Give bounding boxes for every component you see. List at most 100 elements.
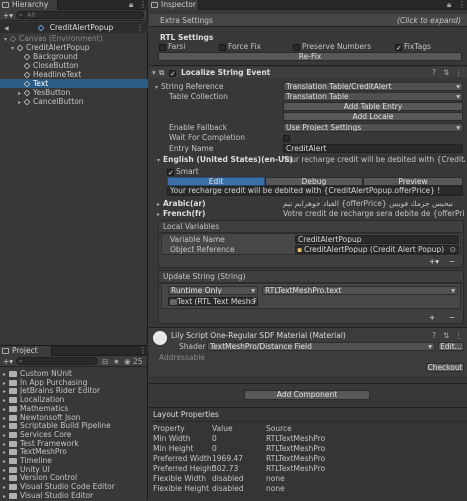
package-folder[interactable]: ▸ Services Core <box>3 430 71 439</box>
tab-preview[interactable]: Preview <box>363 177 463 186</box>
collapse-arrow-icon[interactable]: ▸ <box>18 98 24 107</box>
lock-icon[interactable]: 🔒︎ <box>129 0 133 10</box>
farsi-toggle[interactable]: Farsi <box>159 42 185 51</box>
hierarchy-item[interactable]: Text <box>0 79 148 88</box>
add-listener-icon[interactable]: + <box>429 313 435 322</box>
force-fix-label: Force Fix <box>228 42 261 51</box>
inspector-more-icon[interactable]: ⋮ <box>458 0 466 10</box>
runtime-only-dropdown[interactable]: Runtime Only <box>168 286 258 295</box>
package-folder[interactable]: ▸ Custom NUnit <box>3 369 72 378</box>
package-folder[interactable]: ▸ Localization <box>3 395 64 404</box>
english-text-area[interactable]: Your recharge credit will be debited wit… <box>167 186 463 196</box>
back-arrow-icon[interactable]: ◀ <box>4 23 10 34</box>
locale-edit-tabs: Edit Debug Preview <box>167 177 463 186</box>
object-reference-field[interactable]: ▪ CreditAlertPopup (Credit Alert Popup) … <box>295 245 459 254</box>
project-tab[interactable]: Project <box>0 346 52 356</box>
eye-icon[interactable]: ◉ <box>124 356 131 367</box>
package-folder[interactable]: ▸ JetBrains Rider Editor <box>3 386 100 395</box>
arabic-locale-header[interactable]: ▸ Arabic(ar) <box>157 199 206 209</box>
hierarchy-item[interactable]: ▾ CreditAlertPopup <box>0 43 148 52</box>
object-picker-icon[interactable]: ⊙ <box>450 246 456 253</box>
star-icon[interactable]: ★ <box>113 356 120 367</box>
event-target-field[interactable]: ▤ Text (RTL Text Mesh F ⊙ <box>168 297 258 306</box>
inspector-tab[interactable]: Inspector <box>149 0 199 10</box>
preset-icon[interactable]: ⇅ <box>443 68 449 77</box>
english-locale-header[interactable]: ▾ English (United States)(en-US) <box>157 155 293 165</box>
add-table-entry-button[interactable]: Add Table Entry <box>283 102 463 111</box>
project-search-icon: ⌕ <box>19 357 23 365</box>
gameobject-icon <box>23 89 31 97</box>
table-collection-dropdown[interactable]: Translation Table <box>283 92 463 101</box>
hierarchy-item[interactable]: ▸ YesButton <box>0 88 148 97</box>
package-folder[interactable]: ▸ Version Control <box>3 473 77 482</box>
more-menu-icon[interactable]: ⋮ <box>139 0 147 10</box>
event-target-value: Text (RTL Text Mesh F <box>177 297 258 306</box>
wait-for-completion-toggle[interactable] <box>283 133 292 142</box>
project-search-input[interactable]: ⌕ <box>16 357 98 365</box>
gameobject-icon <box>23 98 31 106</box>
force-fix-toggle[interactable]: Force Fix <box>219 42 261 51</box>
foldout-arrow-icon[interactable]: ▾ <box>152 68 156 77</box>
material-preset-icon[interactable]: ⇅ <box>443 331 449 340</box>
hierarchy-item[interactable]: CloseButton <box>0 61 148 70</box>
package-folder[interactable]: ▸ Unity UI <box>3 465 50 474</box>
package-folder[interactable]: ▸ Timeline <box>3 456 52 465</box>
target-picker-icon[interactable]: ⊙ <box>250 298 256 305</box>
package-folder[interactable]: ▸ Visual Studio Code Editor <box>3 482 115 491</box>
hierarchy-tab[interactable]: Hierarchy <box>0 0 58 10</box>
refix-button[interactable]: Re-Fix <box>158 52 462 61</box>
package-folder[interactable]: ▸ Scriptable Build Pipeline <box>3 421 111 430</box>
checkout-button[interactable]: Checkout <box>426 363 464 372</box>
tab-debug[interactable]: Debug <box>265 177 363 186</box>
component-menu-icon[interactable]: ⋮ <box>455 68 463 77</box>
component-enabled-toggle[interactable] <box>169 68 178 77</box>
table-collection-label: Table Collection <box>169 92 228 101</box>
smart-toggle[interactable]: Smart <box>167 167 199 176</box>
tab-edit[interactable]: Edit <box>167 177 265 186</box>
preserve-numbers-toggle[interactable]: Preserve Numbers <box>293 42 371 51</box>
package-folder[interactable]: ▸ Mathematics <box>3 404 68 413</box>
string-reference-dropdown[interactable]: Translation Table/CreditAlert <box>283 82 463 91</box>
material-help-icon[interactable]: ? <box>432 331 436 340</box>
enable-fallback-dropdown[interactable]: Use Project Settings <box>283 123 463 132</box>
add-component-button[interactable]: Add Component <box>244 390 370 400</box>
filter-icon[interactable]: ⊟ <box>102 356 108 367</box>
scene-header[interactable]: ◀ CreditAlertPopup ⋮ <box>0 22 148 33</box>
folder-icon <box>9 405 17 412</box>
method-dropdown[interactable]: RTLTextMeshPro.text <box>262 286 458 295</box>
variable-name-input[interactable]: CreditAlertPopup <box>295 235 459 244</box>
hierarchy-item[interactable]: Background <box>0 52 148 61</box>
hierarchy-tabbar: Hierarchy 🔒︎ ⋮ <box>0 0 148 10</box>
french-locale-header[interactable]: ▸ French(fr) <box>157 209 205 219</box>
add-icon[interactable]: +▾ <box>3 10 13 21</box>
material-menu-icon[interactable]: ⋮ <box>455 331 463 340</box>
package-folder[interactable]: ▸ TextMeshPro <box>3 447 67 456</box>
fixtags-toggle[interactable]: FixTags <box>395 42 431 51</box>
shader-dropdown[interactable]: TextMeshPro/Distance Field <box>207 342 435 351</box>
hierarchy-item[interactable]: ▸ CancelButton <box>0 97 148 106</box>
help-icon[interactable]: ? <box>432 68 436 77</box>
package-folder[interactable]: ▸ Test Framework <box>3 439 79 448</box>
project-tab-label: Project <box>12 346 38 355</box>
add-variable-icon[interactable]: +▾ <box>429 257 439 266</box>
hierarchy-item[interactable]: HeadlineText <box>0 70 148 79</box>
localize-component-header[interactable]: ▾ ⧉ Localize String Event ? ⇅ ⋮ <box>149 67 467 78</box>
entry-name-input[interactable]: CreditAlert <box>283 144 463 153</box>
hierarchy-search-input[interactable]: ⌕ All <box>16 11 144 19</box>
scene-menu-icon[interactable]: ⋮ <box>137 22 145 33</box>
package-folder[interactable]: ▸ Visual Studio Editor <box>3 491 93 500</box>
package-folder[interactable]: ▸ Newtonsoft Json <box>3 413 80 422</box>
update-string-title: Update String (String) <box>163 272 246 281</box>
remove-variable-icon[interactable]: − <box>449 257 455 266</box>
rtl-settings-title: RTL Settings <box>160 33 214 42</box>
project-more-icon[interactable]: ⋮ <box>139 346 147 356</box>
add-locale-button[interactable]: Add Locale <box>283 112 463 121</box>
package-folder[interactable]: ▸ In App Purchasing <box>3 378 87 387</box>
hierarchy-item[interactable]: ▾ Canvas (Environment) <box>0 34 148 43</box>
extra-settings-header[interactable]: Extra Settings (Click to expand) <box>149 14 467 27</box>
remove-listener-icon[interactable]: − <box>449 313 455 322</box>
project-add-icon[interactable]: +▾ <box>3 356 13 367</box>
folder-icon <box>9 423 17 430</box>
shader-edit-button[interactable]: Edit... <box>438 342 464 351</box>
inspector-lock-icon[interactable]: 🔒︎ <box>447 0 451 10</box>
